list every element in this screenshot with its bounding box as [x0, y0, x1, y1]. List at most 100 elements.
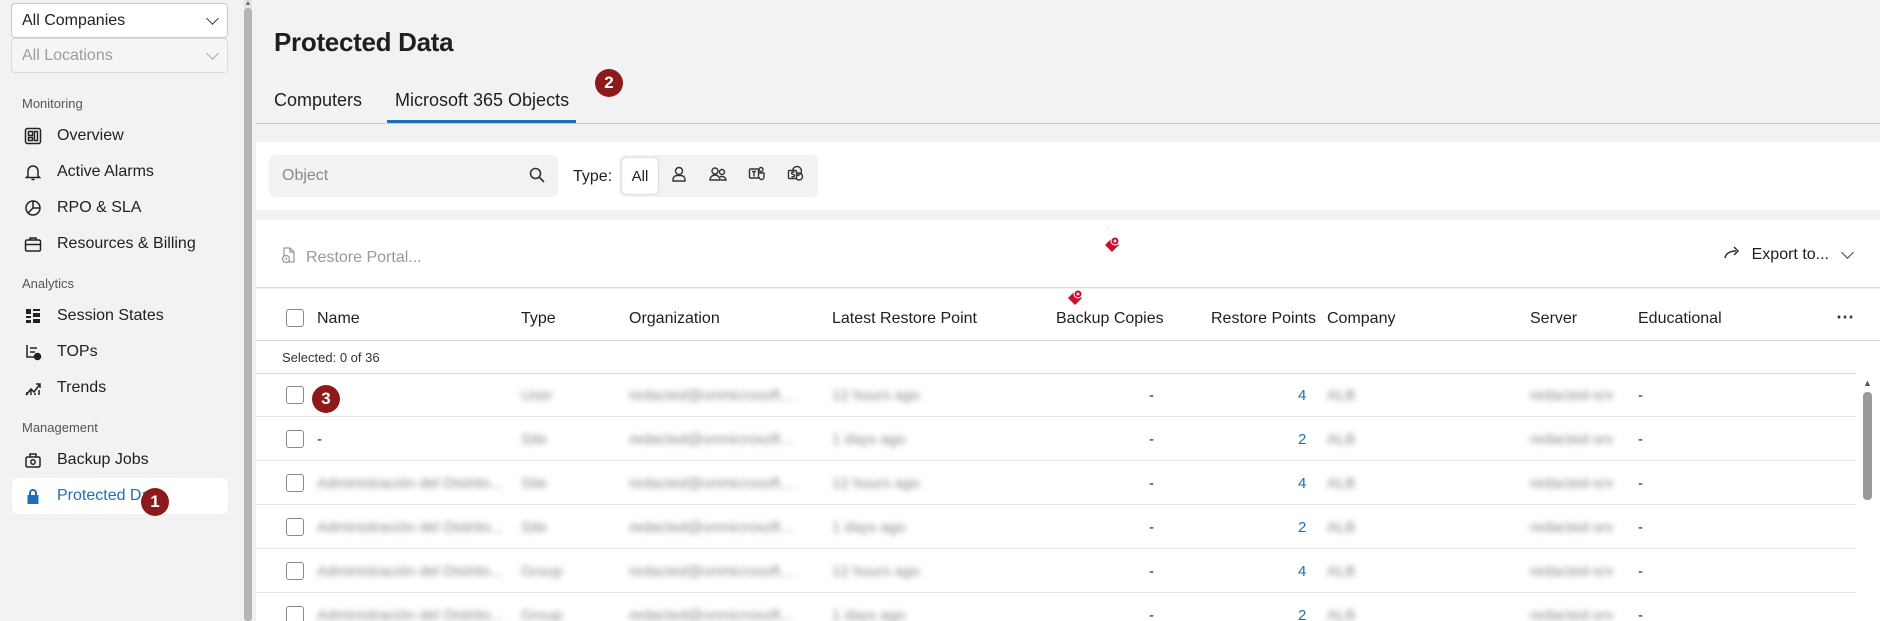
scroll-up-icon[interactable]: ▲: [244, 0, 252, 8]
table-row[interactable]: Administración del Distrito... Group red…: [256, 550, 1856, 593]
cell-backup-copies: -: [1149, 607, 1154, 621]
more-options-icon[interactable]: ⋯: [1836, 307, 1855, 328]
column-server[interactable]: Server: [1530, 310, 1577, 328]
cell-latest-restore-point: 1 days ago: [832, 431, 906, 448]
cell-backup-copies: -: [1149, 563, 1154, 580]
cell-educational: -: [1638, 475, 1643, 492]
type-user-button[interactable]: [661, 158, 697, 194]
section-analytics: Analytics: [22, 276, 75, 291]
cell-company: ALB: [1327, 387, 1356, 404]
sidebar-item-session-states[interactable]: Session States: [12, 298, 228, 334]
select-all-checkbox[interactable]: [286, 309, 304, 327]
sidebar-item-backup-jobs[interactable]: Backup Jobs: [12, 442, 228, 478]
cell-backup-copies: -: [1149, 431, 1154, 448]
lock-icon: [24, 487, 42, 505]
cell-restore-points-link[interactable]: 2: [1298, 519, 1306, 536]
tab-computers[interactable]: Computers: [274, 90, 362, 111]
filter-bar: Object Type: All: [256, 142, 1880, 210]
export-button[interactable]: Export to...: [1723, 245, 1854, 264]
cell-server: redacted-srv: [1530, 563, 1614, 580]
cell-restore-points-link[interactable]: 2: [1298, 607, 1306, 621]
row-checkbox[interactable]: [286, 562, 304, 580]
cell-backup-copies: -: [1149, 519, 1154, 536]
type-sharepoint-button[interactable]: [778, 158, 814, 194]
table-scrollbar[interactable]: ▲: [1856, 374, 1880, 621]
cell-restore-points-link[interactable]: 4: [1298, 475, 1306, 492]
cell-name: Administración del Distrito...: [317, 607, 503, 621]
search-input[interactable]: Object: [269, 155, 558, 197]
table-row[interactable]: - Site redacted@onmicrosoft... 1 days ag…: [256, 418, 1856, 461]
location-select[interactable]: All Locations: [11, 38, 228, 73]
cell-name: Administración del Distrito...: [317, 519, 503, 536]
cell-organization: redacted@onmicrosoft...: [629, 607, 793, 621]
type-group-button[interactable]: [700, 158, 736, 194]
cell-type: Site: [521, 475, 547, 492]
sidebar-item-label: Overview: [57, 127, 124, 144]
column-restore-points[interactable]: Restore Points: [1211, 310, 1316, 328]
cell-educational: -: [1638, 607, 1643, 621]
row-checkbox[interactable]: [286, 606, 304, 621]
sidebar-item-protected-data[interactable]: Protected Data: [12, 478, 228, 514]
column-latest-restore-point[interactable]: Latest Restore Point: [832, 310, 977, 328]
cell-organization: redacted@onmicrosoft...: [629, 475, 793, 492]
teams-icon: [748, 165, 766, 187]
table-row[interactable]: Administración del Distrito... Site reda…: [256, 462, 1856, 505]
column-type[interactable]: Type: [521, 310, 556, 328]
column-organization[interactable]: Organization: [629, 310, 720, 328]
column-backup-copies[interactable]: Backup Copies: [1056, 310, 1164, 328]
scroll-up-icon[interactable]: ▲: [1863, 378, 1872, 388]
scrollbar-thumb[interactable]: [244, 8, 252, 621]
scrollbar-thumb[interactable]: [1863, 392, 1872, 500]
company-select-value: All Companies: [22, 11, 126, 29]
cell-server: redacted-srv: [1530, 519, 1614, 536]
table-row[interactable]: Administración del Distrito... Group red…: [256, 594, 1856, 621]
selection-count: Selected: 0 of 36: [282, 350, 380, 365]
search-icon: [529, 167, 545, 186]
sidebar-item-overview[interactable]: Overview: [12, 118, 228, 154]
column-company[interactable]: Company: [1327, 310, 1395, 328]
annotation-badge-2: 2: [595, 69, 623, 97]
sidebar-item-label: Resources & Billing: [57, 235, 196, 252]
table-row[interactable]: Administración del Distrito... Site reda…: [256, 506, 1856, 549]
action-toolbar: Restore Portal... Export to...: [256, 220, 1880, 288]
cell-restore-points-link[interactable]: 4: [1298, 387, 1306, 404]
cell-restore-points-link[interactable]: 2: [1298, 431, 1306, 448]
search-placeholder: Object: [282, 167, 329, 184]
row-checkbox[interactable]: [286, 386, 304, 404]
table-header: Name Type Organization Latest Restore Po…: [256, 289, 1880, 341]
cell-name: Administración del Distrito...: [317, 563, 503, 580]
sidebar-scrollbar[interactable]: ▲: [244, 0, 252, 621]
sidebar-item-active-alarms[interactable]: Active Alarms: [12, 154, 228, 190]
chevron-down-icon: [1841, 245, 1854, 259]
sidebar-item-resources-billing[interactable]: Resources & Billing: [12, 226, 228, 262]
cell-organization: redacted@onmicrosoft...: [629, 519, 793, 536]
restore-portal-icon: [280, 246, 306, 269]
column-name[interactable]: Name: [317, 310, 360, 328]
chevron-down-icon: [206, 46, 219, 60]
protected-data-table: Name Type Organization Latest Restore Po…: [256, 289, 1880, 621]
table-row[interactable]: - User redacted@onmicrosoft... 12 hours …: [256, 374, 1856, 417]
share-arrow-icon: [1723, 245, 1752, 264]
sidebar-item-label: Backup Jobs: [57, 451, 149, 468]
cell-type: Group: [521, 563, 563, 580]
sidebar-item-trends[interactable]: Trends: [12, 370, 228, 406]
bell-icon: [24, 163, 42, 181]
restore-portal-button[interactable]: Restore Portal...: [280, 246, 422, 269]
sidebar-item-rpo-sla[interactable]: RPO & SLA: [12, 190, 228, 226]
row-checkbox[interactable]: [286, 518, 304, 536]
page-title: Protected Data: [274, 27, 454, 57]
row-checkbox[interactable]: [286, 474, 304, 492]
tab-microsoft-365-objects[interactable]: Microsoft 365 Objects: [395, 90, 569, 111]
type-label: Type:: [573, 168, 613, 185]
type-teams-button[interactable]: [739, 158, 775, 194]
cell-type: Site: [521, 519, 547, 536]
column-educational[interactable]: Educational: [1638, 310, 1722, 328]
tops-icon: [24, 343, 42, 361]
tab-divider: [256, 123, 1880, 124]
cell-educational: -: [1638, 387, 1643, 404]
cell-restore-points-link[interactable]: 4: [1298, 563, 1306, 580]
company-select[interactable]: All Companies: [11, 3, 228, 38]
type-all-button[interactable]: All: [622, 158, 658, 194]
row-checkbox[interactable]: [286, 430, 304, 448]
sidebar-item-tops[interactable]: TOPs: [12, 334, 228, 370]
